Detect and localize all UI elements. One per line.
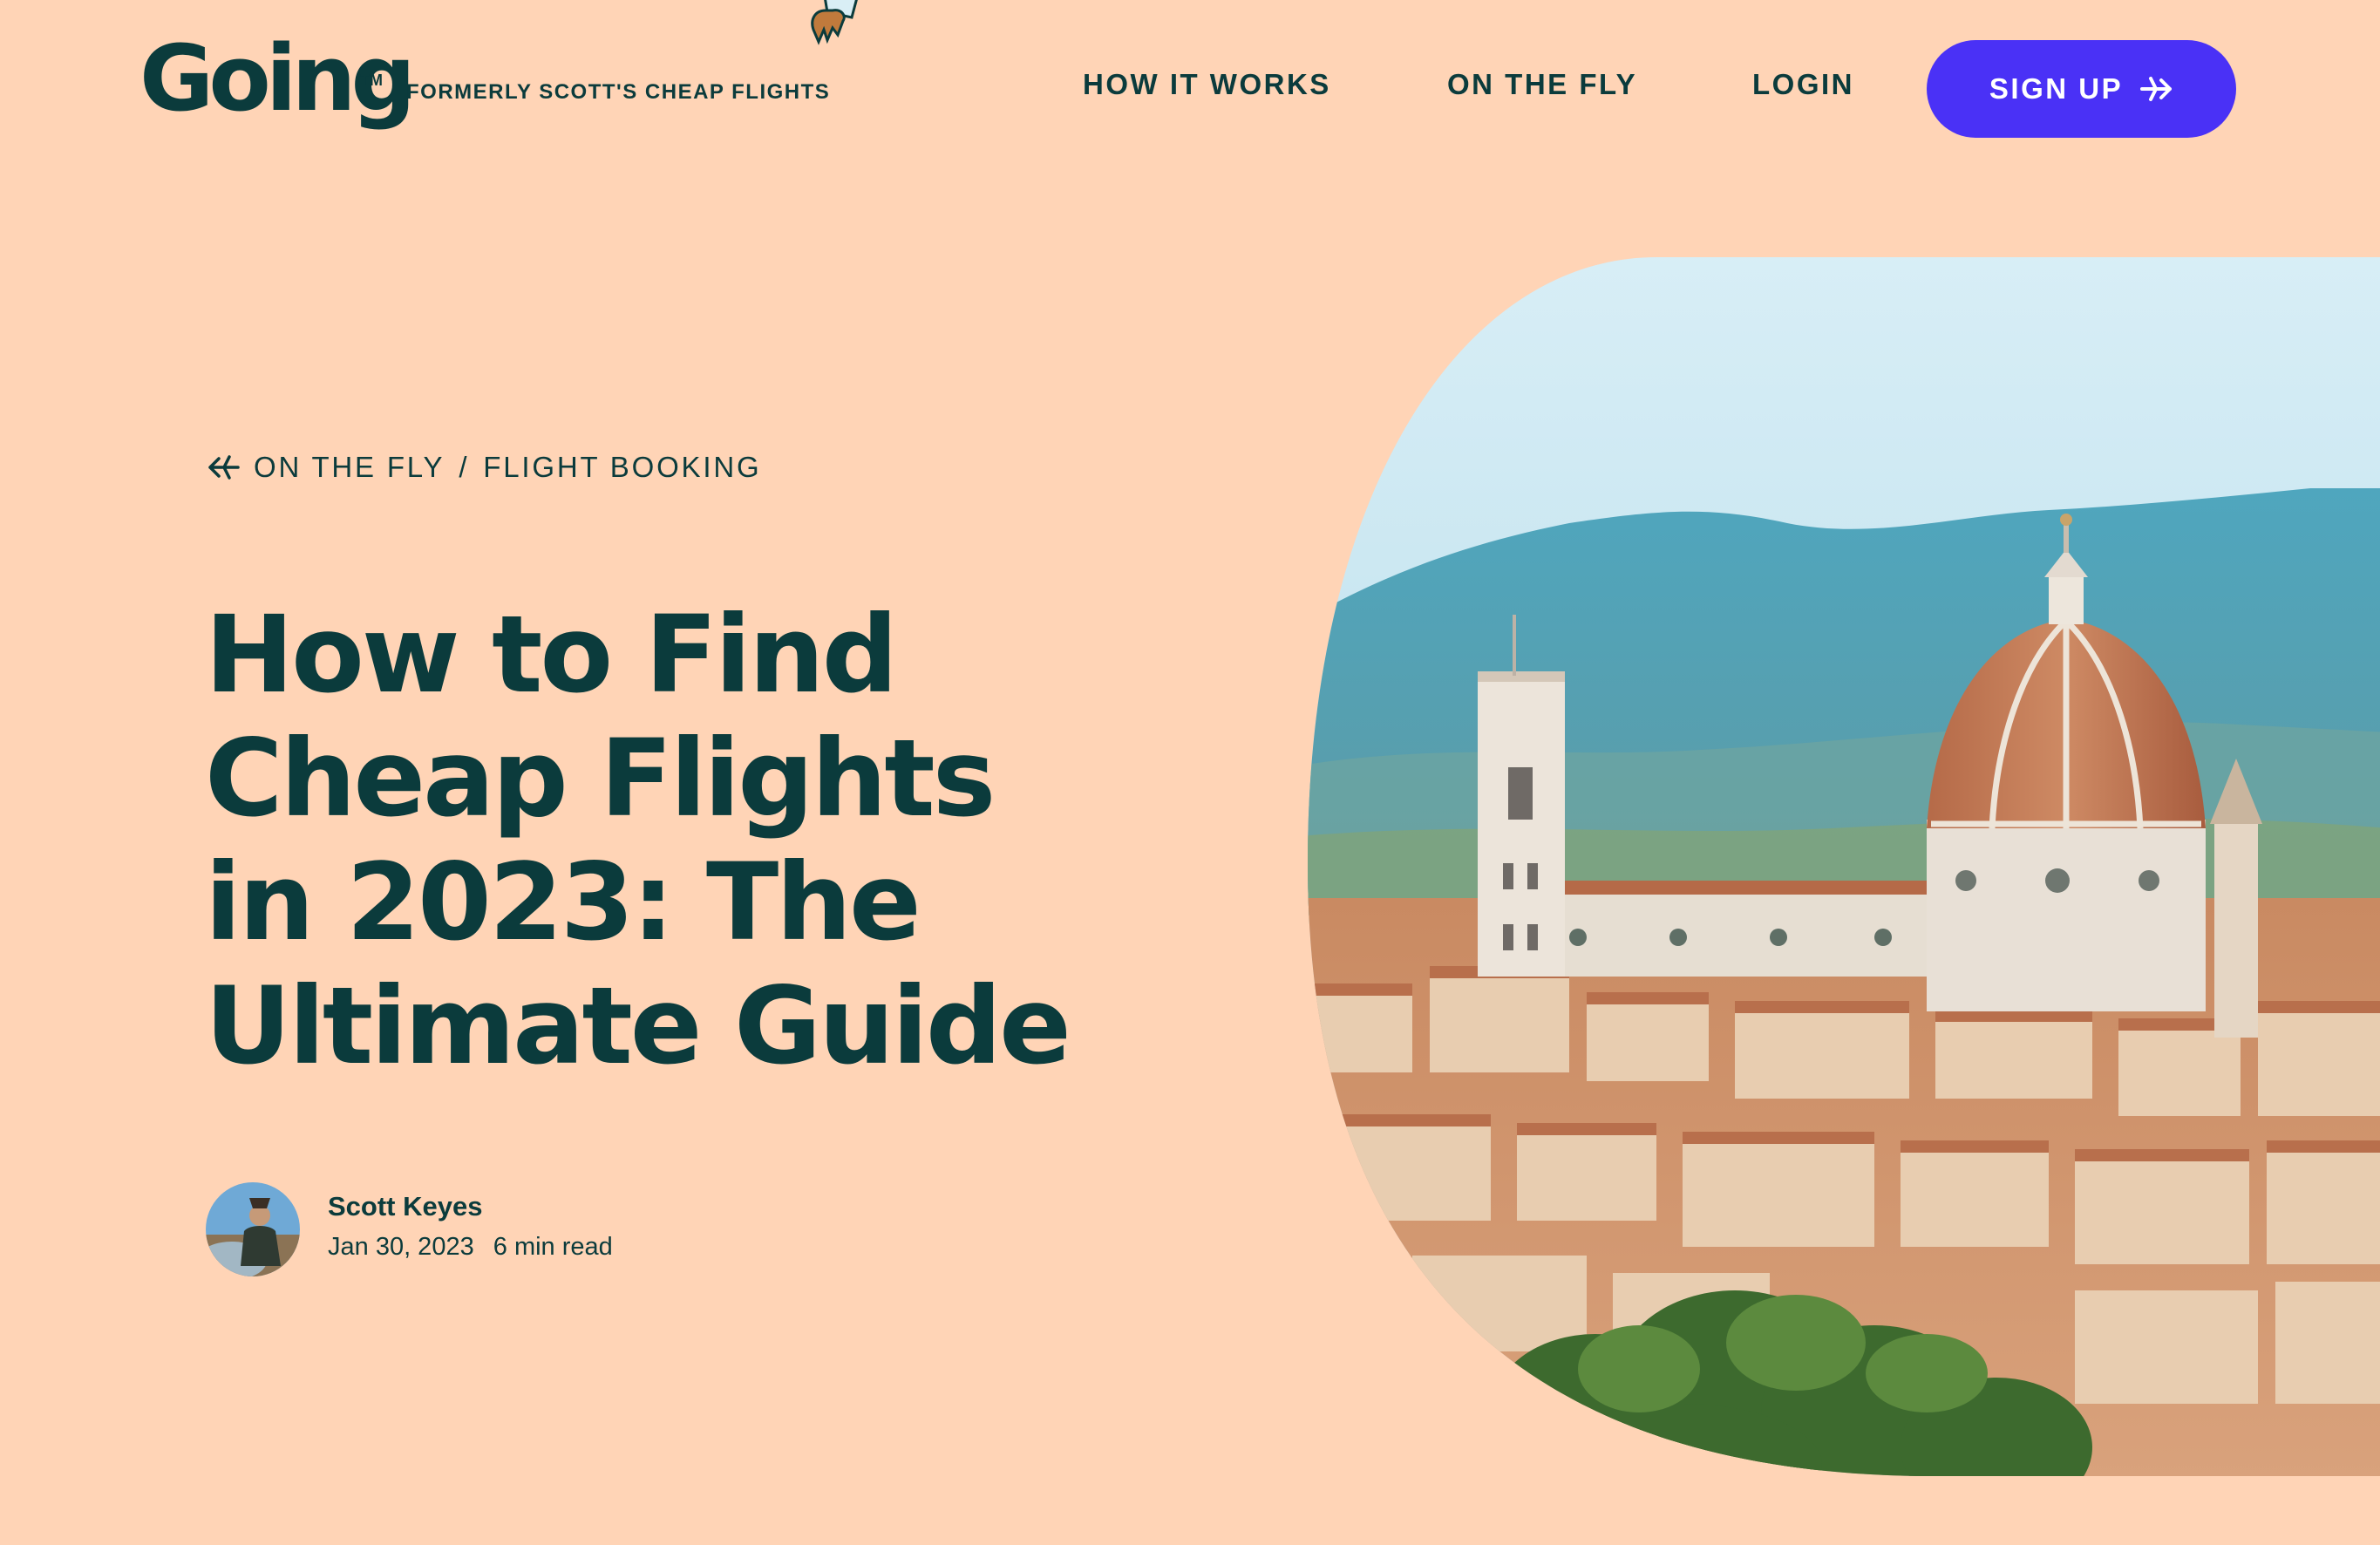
mascot-hand-icon [811,0,858,45]
sign-up-button[interactable]: SIGN UP [1927,40,2236,138]
nav-how-it-works[interactable]: HOW IT WORKS [1083,68,1331,101]
tagline: FORMERLY SCOTT'S CHEAP FLIGHTS [406,80,831,104]
nav-login[interactable]: LOGIN [1752,68,1854,101]
breadcrumb-separator: / [459,451,470,483]
read-time: 6 min read [493,1233,613,1261]
plane-icon [2140,77,2173,101]
article-meta: Jan 30, 2023 6 min read [328,1233,613,1262]
author-avatar[interactable] [206,1182,300,1276]
plane-back-icon[interactable] [207,450,241,485]
article-title: How to Find Cheap Flights in 2023: The U… [205,593,1071,1088]
page: Going TM FORMERLY SCOTT'S CHEAP FLIGHTS … [0,0,2380,1545]
breadcrumb-flight-booking[interactable]: FLIGHT BOOKING [483,451,761,484]
author-name[interactable]: Scott Keyes [328,1191,482,1222]
breadcrumb-on-the-fly[interactable]: ON THE FLY [254,451,445,484]
logo-trademark: TM [360,71,383,89]
nav-on-the-fly[interactable]: ON THE FLY [1447,68,1637,101]
breadcrumb: ON THE FLY / FLIGHT BOOKING [207,450,761,485]
sign-up-label: SIGN UP [1989,72,2124,105]
publish-date: Jan 30, 2023 [328,1233,474,1261]
